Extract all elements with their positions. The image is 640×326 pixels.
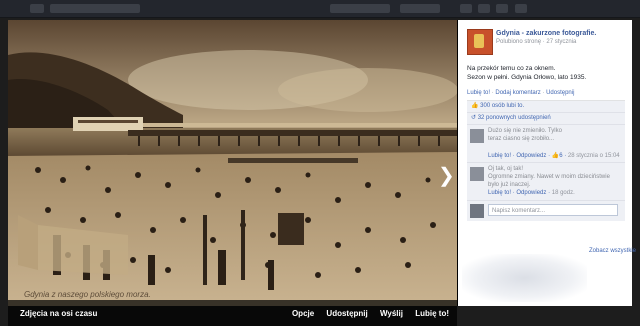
comment: Dużo się nie zmieniło. Tylko teraz ciasn…: [467, 125, 625, 163]
beach-photo[interactable]: Gdynia z naszego polskiego morza.: [8, 20, 457, 306]
comment-like-link[interactable]: Lubię to!: [488, 153, 511, 159]
share-link[interactable]: Udostępnij: [546, 90, 574, 96]
send-button[interactable]: Wyślij: [380, 309, 403, 318]
post-line: Sezon w pełni. Gdynia Orłowo, lato 1935.: [467, 74, 587, 81]
crest-icon: [474, 34, 484, 48]
photo-actions: Opcje Udostępnij Wyślij Lubię to!: [282, 309, 449, 318]
profile-link[interactable]: [330, 4, 390, 13]
settings-icon[interactable]: [515, 4, 527, 13]
comment-text: Oj tak, oj tak! Ogromne zmiany. Nawet w …: [488, 165, 622, 189]
likes-count-text: 300 osób lubi to.: [480, 103, 525, 109]
search-input[interactable]: [50, 4, 140, 13]
comment-like-count: 6: [559, 153, 563, 159]
commenter-avatar[interactable]: [470, 129, 484, 143]
likes-count[interactable]: 👍 300 osób lubi to.: [467, 101, 625, 113]
comment-actions: Lubię to! · Odpowiedz · 👍6 · 28 stycznia…: [488, 153, 620, 159]
see-all-link[interactable]: Zobacz wszystkie: [589, 248, 636, 254]
comment-link[interactable]: Dodaj komentarz: [495, 90, 540, 96]
comment-line: Ogromne zmiany. Nawet w moim dzieciństwi…: [488, 174, 610, 180]
comment-line: było już inaczej.: [488, 182, 531, 188]
shares-count-text: 32 ponownych udostępnień: [477, 115, 551, 121]
comment-reply-link[interactable]: Odpowiedz: [516, 190, 546, 196]
post-meta: Polubiono stronę · 27 stycznia: [496, 39, 577, 45]
comment-line: Dużo się nie zmieniło. Tylko: [488, 128, 562, 134]
vintage-beach-photograph: [8, 20, 457, 306]
share-button[interactable]: Udostępnij: [326, 309, 367, 318]
feedback-box: 👍 300 osób lubi to. ↺ 32 ponownych udost…: [467, 100, 625, 221]
notifications-icon[interactable]: [496, 4, 508, 13]
comment-text: Dużo się nie zmieniło. Tylko teraz ciasn…: [488, 127, 622, 143]
home-link[interactable]: [400, 4, 440, 13]
comment: Oj tak, oj tak! Ogromne zmiany. Nawet w …: [467, 163, 625, 201]
user-avatar: [470, 204, 484, 218]
next-photo-arrow-icon[interactable]: ❯: [438, 166, 455, 186]
like-button[interactable]: Lubię to!: [415, 309, 449, 318]
top-navigation-bar: [0, 0, 640, 18]
comment-line: Oj tak, oj tak!: [488, 166, 524, 172]
like-link[interactable]: Lubię to!: [467, 90, 490, 96]
messages-icon[interactable]: [478, 4, 490, 13]
album-name-link[interactable]: Zdjęcia na osi czasu: [20, 309, 97, 318]
shares-count[interactable]: ↺ 32 ponownych udostępnień: [467, 113, 625, 125]
post-line: Na przekór temu co za oknem.: [467, 65, 556, 72]
options-button[interactable]: Opcje: [292, 309, 314, 318]
photo-bottom-bar: Zdjęcia na osi czasu Opcje Udostępnij Wy…: [8, 300, 457, 326]
comment-input[interactable]: Napisz komentarz...: [488, 204, 618, 216]
friends-icon[interactable]: [460, 4, 472, 13]
commenter-avatar[interactable]: [470, 167, 484, 181]
comment-time: 18 godz.: [551, 190, 575, 196]
post-text: Na przekór temu co za oknem. Sezon w peł…: [467, 64, 625, 82]
comment-input-row: Napisz komentarz...: [467, 201, 625, 221]
comment-line: teraz ciasno się zrobiło...: [488, 136, 555, 142]
blurred-content: [462, 254, 587, 302]
page-name-link[interactable]: Gdynia - zakurzone fotografie.: [496, 30, 596, 37]
facebook-logo-icon[interactable]: [30, 4, 44, 13]
photo-caption: Gdynia z naszego polskiego morza.: [24, 290, 151, 299]
comment-reply-link[interactable]: Odpowiedz: [516, 153, 546, 159]
comment-time: 28 stycznia o 15:04: [567, 153, 620, 159]
comment-like-link[interactable]: Lubię to!: [488, 190, 511, 196]
post-actions: Lubię to! · Dodaj komentarz · Udostępnij: [467, 90, 574, 96]
comment-actions: Lubię to! · Odpowiedz · 18 godz.: [488, 190, 575, 196]
photo-side-panel: Gdynia - zakurzone fotografie. Polubiono…: [458, 20, 636, 306]
blurred-region: [458, 250, 632, 306]
page-avatar[interactable]: [467, 29, 493, 55]
